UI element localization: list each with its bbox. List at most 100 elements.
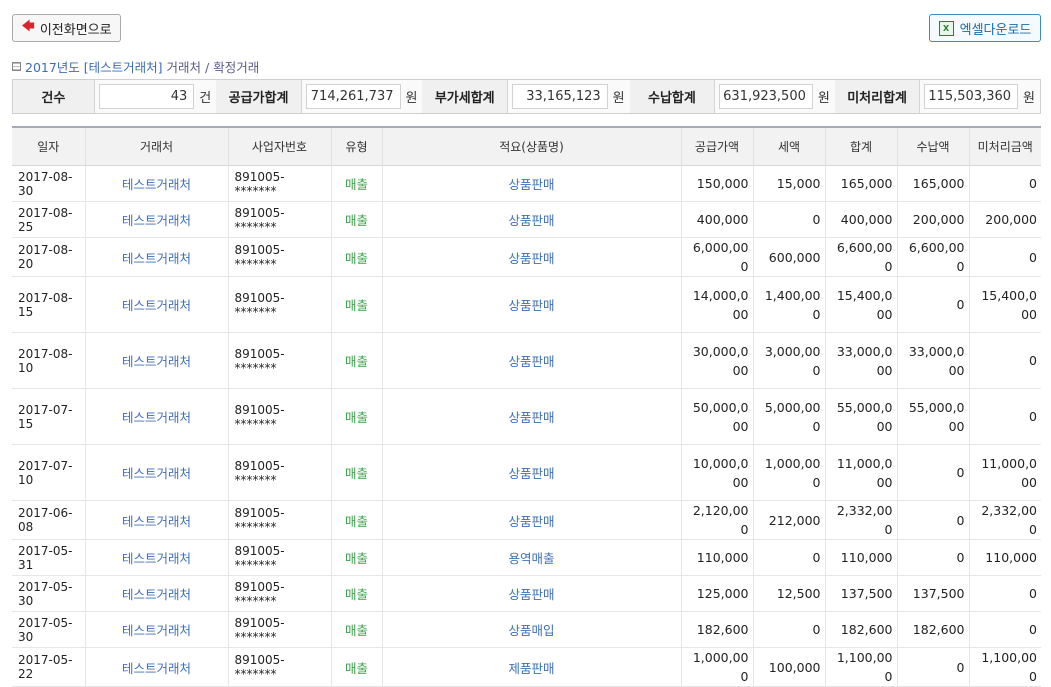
transactions-table: 일자 거래처 사업자번호 유형 적요(상품명) 공급가액 세액 합계 수납액 미…: [12, 126, 1041, 687]
header-paid[interactable]: 수납액: [896, 126, 969, 166]
table-row[interactable]: 2017-08-25 테스트거래처 891005-******* 매출 상품판매 400,…: [12, 201, 1041, 238]
row-type: 매출: [330, 444, 382, 501]
row-date: 2017-05-31: [12, 539, 85, 576]
row-paid: 182,600: [896, 611, 969, 648]
row-tax: 15,000: [752, 165, 825, 202]
row-description-link[interactable]: 용역매출: [381, 539, 681, 576]
row-tax: 0: [752, 611, 825, 648]
unpaid-total-value: 115,503,360: [924, 84, 1019, 109]
row-paid: 6,600,000: [896, 237, 969, 277]
row-description-link[interactable]: 상품판매: [381, 575, 681, 612]
header-client[interactable]: 거래처: [84, 126, 228, 166]
row-total: 2,332,000: [824, 500, 897, 540]
row-description-link[interactable]: 상품매입: [381, 611, 681, 648]
table-row[interactable]: 2017-07-10 테스트거래처 891005-******* 매출 상품판매 10,0…: [12, 444, 1041, 501]
row-client-link[interactable]: 테스트거래처: [84, 332, 228, 389]
row-client-link[interactable]: 테스트거래처: [84, 539, 228, 576]
row-client-link[interactable]: 테스트거래처: [84, 165, 228, 202]
excel-download-button[interactable]: X 엑셀다운로드: [929, 14, 1041, 42]
row-tax: 0: [752, 201, 825, 238]
table-row[interactable]: 2017-07-15 테스트거래처 891005-******* 매출 상품판매 50,0…: [12, 388, 1041, 445]
table-row[interactable]: 2017-05-30 테스트거래처 891005-******* 매출 상품매입 182,…: [12, 611, 1041, 648]
row-unpaid: 11,000,000: [968, 444, 1041, 501]
row-biz-number: 891005-*******: [227, 388, 331, 445]
row-supply: 400,000: [680, 201, 753, 238]
row-biz-number: 891005-*******: [227, 647, 331, 687]
row-description-link[interactable]: 상품판매: [381, 201, 681, 238]
row-total: 55,000,000: [824, 388, 897, 445]
row-biz-number: 891005-*******: [227, 539, 331, 576]
vat-total-label: 부가세합계: [422, 80, 509, 113]
unpaid-total-unit: 원: [1023, 91, 1035, 106]
row-unpaid: 2,332,000: [968, 500, 1041, 540]
paid-total-unit: 원: [817, 91, 830, 106]
row-tax: 100,000: [752, 647, 825, 687]
row-client-link[interactable]: 테스트거래처: [84, 276, 228, 333]
table-row[interactable]: 2017-06-08 테스트거래처 891005-******* 매출 상품판매 2,12…: [12, 500, 1041, 540]
row-total: 6,600,000: [824, 237, 897, 277]
row-type: 매출: [330, 165, 382, 202]
row-total: 182,600: [824, 611, 897, 648]
row-description-link[interactable]: 제품판매: [381, 647, 681, 687]
row-supply: 125,000: [680, 575, 753, 612]
row-description-link[interactable]: 상품판매: [381, 276, 681, 333]
row-paid: 200,000: [896, 201, 969, 238]
row-paid: 0: [896, 444, 969, 501]
row-date: 2017-08-30: [12, 165, 85, 202]
row-client-link[interactable]: 테스트거래처: [84, 444, 228, 501]
count-label: 건수: [13, 80, 95, 113]
header-description[interactable]: 적요(상품명): [381, 126, 681, 166]
header-total[interactable]: 합계: [824, 126, 897, 166]
row-client-link[interactable]: 테스트거래처: [84, 611, 228, 648]
row-supply: 14,000,000: [680, 276, 753, 333]
table-row[interactable]: 2017-08-20 테스트거래처 891005-******* 매출 상품판매 6,00…: [12, 237, 1041, 277]
row-description-link[interactable]: 상품판매: [381, 332, 681, 389]
table-row[interactable]: 2017-08-15 테스트거래처 891005-******* 매출 상품판매 14,0…: [12, 276, 1041, 333]
unpaid-total-label: 미처리합계: [834, 80, 921, 113]
row-type: 매출: [330, 237, 382, 277]
count-unit: 건: [199, 91, 212, 106]
row-tax: 5,000,000: [752, 388, 825, 445]
row-description-link[interactable]: 상품판매: [381, 500, 681, 540]
back-button[interactable]: 🡄 이전화면으로: [12, 14, 121, 42]
header-tax[interactable]: 세액: [752, 126, 825, 166]
row-description-link[interactable]: 상품판매: [381, 165, 681, 202]
row-tax: 0: [752, 539, 825, 576]
header-biz-number[interactable]: 사업자번호: [227, 126, 331, 166]
row-date: 2017-05-30: [12, 575, 85, 612]
row-unpaid: 0: [968, 165, 1041, 202]
header-unpaid[interactable]: 미처리금액: [968, 126, 1041, 166]
row-paid: 137,500: [896, 575, 969, 612]
row-unpaid: 0: [968, 332, 1041, 389]
row-paid: 0: [896, 276, 969, 333]
row-total: 165,000: [824, 165, 897, 202]
table-row[interactable]: 2017-05-22 테스트거래처 891005-******* 매출 제품판매 1,00…: [12, 647, 1041, 687]
row-total: 137,500: [824, 575, 897, 612]
row-supply: 150,000: [680, 165, 753, 202]
vat-total-value: 33,165,123: [512, 84, 608, 109]
table-row[interactable]: 2017-05-31 테스트거래처 891005-******* 매출 용역매출 110,…: [12, 539, 1041, 576]
row-total: 110,000: [824, 539, 897, 576]
header-type[interactable]: 유형: [330, 126, 382, 166]
row-paid: 0: [896, 500, 969, 540]
excel-download-label: 엑셀다운로드: [959, 22, 1032, 38]
row-description-link[interactable]: 상품판매: [381, 444, 681, 501]
row-biz-number: 891005-*******: [227, 444, 331, 501]
row-client-link[interactable]: 테스트거래처: [84, 201, 228, 238]
row-client-link[interactable]: 테스트거래처: [84, 647, 228, 687]
header-supply[interactable]: 공급가액: [680, 126, 753, 166]
row-tax: 1,000,000: [752, 444, 825, 501]
supply-total-value: 714,261,737: [305, 84, 401, 109]
table-row[interactable]: 2017-08-30 테스트거래처 891005-******* 매출 상품판매 150,…: [12, 165, 1041, 202]
row-description-link[interactable]: 상품판매: [381, 388, 681, 445]
header-date[interactable]: 일자: [12, 126, 85, 166]
row-client-link[interactable]: 테스트거래처: [84, 575, 228, 612]
row-client-link[interactable]: 테스트거래처: [84, 388, 228, 445]
table-row[interactable]: 2017-05-30 테스트거래처 891005-******* 매출 상품판매 125,…: [12, 575, 1041, 612]
row-client-link[interactable]: 테스트거래처: [84, 237, 228, 277]
row-paid: 0: [896, 539, 969, 576]
row-description-link[interactable]: 상품판매: [381, 237, 681, 277]
row-type: 매출: [330, 332, 382, 389]
row-client-link[interactable]: 테스트거래처: [84, 500, 228, 540]
table-row[interactable]: 2017-08-10 테스트거래처 891005-******* 매출 상품판매 30,0…: [12, 332, 1041, 389]
